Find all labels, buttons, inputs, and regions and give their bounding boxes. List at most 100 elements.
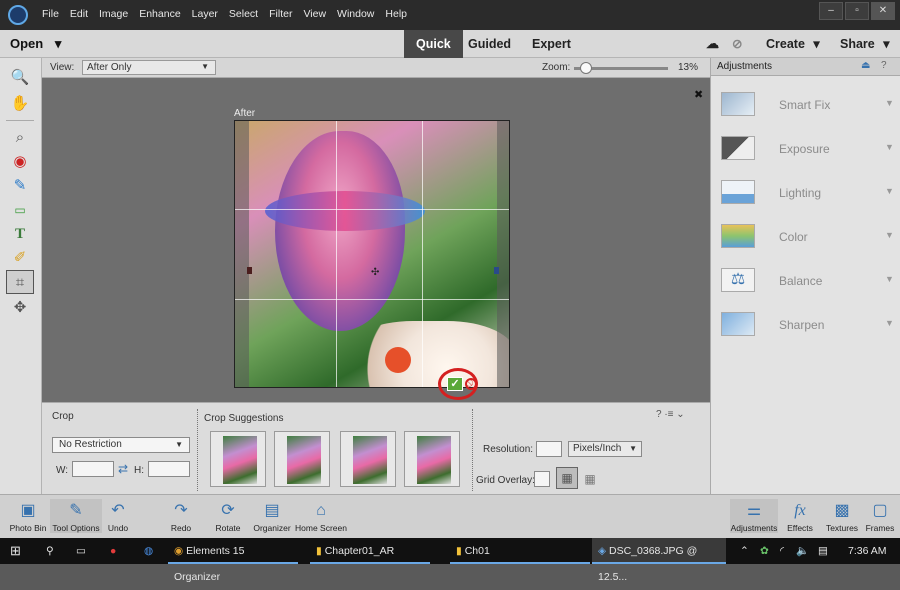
menu-image[interactable]: Image [99,8,128,20]
help-icon[interactable]: ? [881,60,887,71]
crop-suggestion-thumb[interactable] [340,431,396,487]
task-chapter01[interactable]: ▮ Chapter01_AR [310,538,430,564]
crop-handle-left[interactable] [247,267,252,274]
undo-icon: ↶ [111,502,125,519]
tab-guided[interactable]: Guided [456,30,523,58]
quick-selection-tool-icon[interactable]: ⌕ [6,126,34,150]
textures-label: Textures [825,523,859,533]
organizer-button[interactable]: ▤ Organizer [250,499,294,533]
grid-thirds-option[interactable]: ▦ [556,467,578,489]
close-image-icon[interactable]: ✖ [694,88,703,101]
aspect-ratio-select[interactable]: No Restriction ▼ [52,437,190,453]
menu-filter[interactable]: Filter [269,8,292,20]
tray-chevron-icon[interactable]: ⌃ [734,538,755,564]
width-field[interactable] [72,461,114,477]
menu-enhance[interactable]: Enhance [139,8,180,20]
textures-button[interactable]: ▩ Textures [822,499,862,533]
task-dsc-0368[interactable]: ◈ DSC_0368.JPG @ 12.5... [592,538,726,583]
spot-healing-tool-icon[interactable]: ✐ [6,246,34,270]
minimize-button[interactable]: – [819,2,843,20]
link-icon[interactable]: ⊘ [732,36,742,51]
tool-options-button[interactable]: ✎ Tool Options [50,499,102,533]
move-tool-icon[interactable]: ✥ [6,296,34,320]
photo-image[interactable]: ✣ [234,120,510,388]
home-screen-button[interactable]: ⌂ Home Screen [294,499,348,533]
pinned-elements-icon[interactable]: ◍ [138,538,159,564]
straighten-tool-icon[interactable]: ▭ [6,198,34,222]
adjustment-color[interactable]: Color ▼ [711,216,900,260]
menu-help[interactable]: Help [385,8,407,20]
cancel-crop-icon[interactable]: ⃠ [465,378,477,390]
tab-quick[interactable]: Quick [404,30,463,58]
photo-bin-icon: ▣ [20,502,36,519]
grid-thirds-icon: ▦ [561,471,573,485]
help-menu-icon[interactable]: ? ·≡ ⌄ [656,409,685,420]
menu-edit[interactable]: Edit [70,8,88,20]
tray-app-icon[interactable]: ✿ [754,538,775,564]
windows-start-icon[interactable]: ⊞ [4,538,27,564]
crop-suggestion-thumb[interactable] [274,431,330,487]
zoom-slider[interactable] [574,62,668,74]
image-canvas[interactable]: After ✖ ✣ ✓ ⃠ [42,78,710,402]
reset-icon[interactable]: ⏏ [861,60,870,71]
view-select[interactable]: After Only ▼ [82,60,216,75]
frames-button[interactable]: ▢ Frames [862,499,898,533]
clock[interactable]: 7:36 AM [842,538,893,564]
share-button[interactable]: Share ▾ [840,36,890,51]
menu-window[interactable]: Window [337,8,374,20]
zoom-label: Zoom: [542,62,571,73]
adjustment-balance[interactable]: ⚖ Balance ▼ [711,260,900,304]
pinned-app-icon[interactable]: ● [104,538,122,564]
adjustment-lighting[interactable]: Lighting ▼ [711,172,900,216]
color-icon [721,224,755,248]
menu-file[interactable]: File [42,8,59,20]
notification-icon[interactable]: ▤ [812,538,834,564]
menu-layer[interactable]: Layer [192,8,218,20]
whiten-teeth-tool-icon[interactable]: ✎ [6,174,34,198]
menu-view[interactable]: View [303,8,326,20]
commit-check-icon[interactable]: ✓ [447,377,463,391]
red-eye-tool-icon[interactable]: ◉ [6,150,34,174]
rotate-button[interactable]: ⟳ Rotate [208,499,248,533]
search-icon[interactable]: ⚲ [40,538,60,564]
view-label: View: [50,62,75,73]
wifi-icon[interactable]: ◜ [774,538,790,564]
adjustment-smart-fix[interactable]: Smart Fix ▼ [711,84,900,128]
cloud-icon[interactable]: ☁ [706,36,719,52]
crop-handle-right[interactable] [494,267,499,274]
menu-select[interactable]: Select [229,8,258,20]
create-caret-icon: ▾ [813,37,820,51]
close-window-button[interactable]: ✕ [871,2,895,20]
resolution-field[interactable] [536,441,562,457]
height-field[interactable] [148,461,190,477]
maximize-button[interactable]: ▫ [845,2,869,20]
adjustment-sharpen[interactable]: Sharpen ▼ [711,304,900,348]
redo-button[interactable]: ↷ Redo [160,499,202,533]
task-ch01[interactable]: ▮ Ch01 [450,538,590,564]
adjustment-exposure[interactable]: Exposure ▼ [711,128,900,172]
tool-options-label: Tool Options [52,523,100,533]
zoom-tool-icon[interactable]: 🔍 [6,66,34,90]
zoom-slider-knob[interactable] [580,62,593,74]
task-elements-organizer[interactable]: ◉ Elements 15 Organizer [168,538,298,583]
aspect-ratio-value: No Restriction [59,439,122,450]
crop-suggestion-thumb[interactable] [210,431,266,487]
adjustments-button[interactable]: ⚌ Adjustments [730,499,778,533]
open-button[interactable]: Open ▾ [10,36,61,52]
swap-icon[interactable]: ⇄ [118,462,128,476]
sharpen-icon [721,312,755,336]
undo-button[interactable]: ↶ Undo [98,499,138,533]
resolution-units-select[interactable]: Pixels/Inch ▼ [568,441,642,457]
effects-label: Effects [787,523,813,533]
grid-none-option[interactable] [534,471,550,487]
create-button[interactable]: Create ▾ [766,36,820,51]
photo-bin-button[interactable]: ▣ Photo Bin [2,499,54,533]
grid-full-icon[interactable]: ▦ [582,471,598,487]
type-tool-icon[interactable]: T [6,222,34,246]
crop-suggestion-thumb[interactable] [404,431,460,487]
task-view-icon[interactable]: ▭ [70,538,92,564]
tab-expert[interactable]: Expert [520,30,583,58]
crop-tool-icon[interactable]: ⌗ [6,270,34,294]
effects-button[interactable]: fx Effects [780,499,820,533]
hand-tool-icon[interactable]: ✋ [6,92,34,116]
